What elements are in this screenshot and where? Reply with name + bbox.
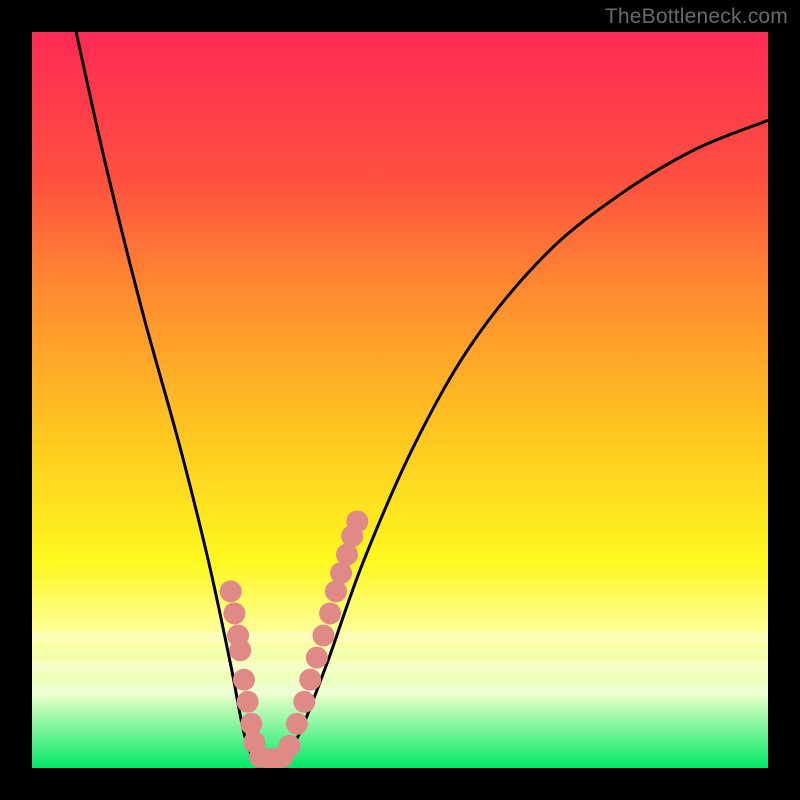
- observed-points: [220, 510, 369, 768]
- data-point: [312, 625, 334, 647]
- data-point: [237, 691, 259, 713]
- data-point: [279, 735, 301, 757]
- data-point: [229, 639, 251, 661]
- data-point: [286, 713, 308, 735]
- data-point: [346, 510, 368, 532]
- data-point: [319, 602, 341, 624]
- data-point: [306, 647, 328, 669]
- chart-svg: [32, 32, 768, 768]
- data-point: [240, 713, 262, 735]
- watermark-text: TheBottleneck.com: [605, 5, 788, 29]
- data-point: [220, 580, 242, 602]
- bottleneck-curve: [76, 32, 768, 768]
- data-point: [299, 669, 321, 691]
- chart-plot-area: [32, 32, 768, 768]
- data-point: [233, 669, 255, 691]
- data-point: [223, 602, 245, 624]
- data-point: [293, 691, 315, 713]
